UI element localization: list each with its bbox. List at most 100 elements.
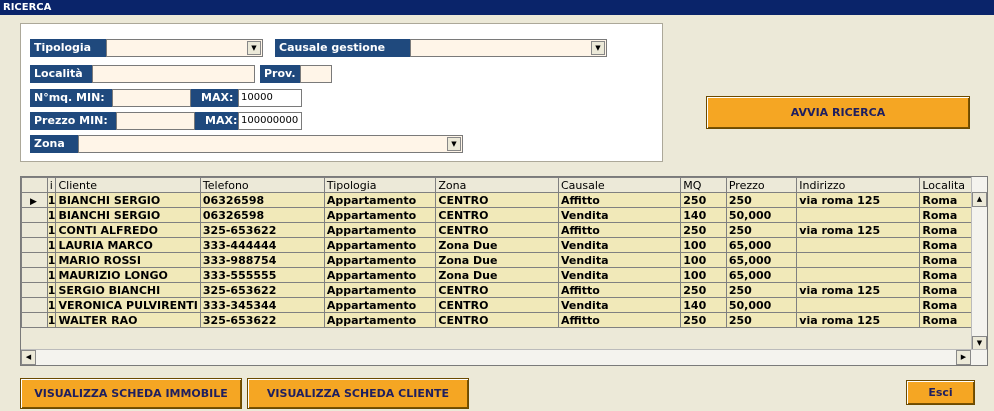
table-cell[interactable]: MARIO ROSSI (55, 252, 201, 268)
vertical-scrollbar[interactable]: ▲ ▼ (971, 177, 987, 351)
table-cell[interactable]: 333-555555 (199, 267, 325, 283)
table-cell[interactable]: 250 (725, 222, 798, 238)
table-cell[interactable]: 333-988754 (199, 252, 325, 268)
column-header[interactable]: Tipologia (323, 177, 437, 193)
table-cell[interactable]: WALTER RAO (55, 312, 201, 328)
esci-button[interactable]: Esci (906, 380, 975, 405)
table-cell[interactable]: 325-653622 (199, 282, 325, 298)
row-selector[interactable] (21, 222, 48, 238)
table-cell[interactable]: BIANCHI SERGIO (55, 207, 201, 223)
table-cell[interactable]: 06326598 (199, 192, 325, 208)
table-cell[interactable]: CENTRO (435, 222, 559, 238)
table-cell[interactable]: 100 (680, 267, 727, 283)
table-row[interactable]: 1 SERGIO BIANCHI 325-653622 Appartamento CEN… (21, 282, 987, 298)
table-cell[interactable]: Vendita (557, 297, 682, 313)
table-cell[interactable]: CENTRO (435, 192, 559, 208)
table-cell[interactable]: 1 (46, 207, 57, 223)
table-cell[interactable]: Vendita (557, 207, 682, 223)
table-cell[interactable]: Appartamento (323, 312, 437, 328)
table-cell[interactable]: Affitto (557, 192, 682, 208)
chevron-down-icon[interactable]: ▼ (447, 137, 461, 151)
table-cell[interactable]: Appartamento (323, 237, 437, 253)
table-cell[interactable] (796, 252, 921, 268)
table-cell[interactable]: via roma 125 (796, 282, 921, 298)
table-cell[interactable]: Zona Due (435, 252, 559, 268)
mq-max-input[interactable]: 10000 (238, 89, 302, 107)
table-cell[interactable]: 333-345344 (199, 297, 325, 313)
column-header[interactable]: Zona (435, 177, 559, 193)
row-selector[interactable] (21, 207, 48, 223)
row-selector[interactable] (21, 312, 48, 328)
table-row[interactable]: 1 MARIO ROSSI 333-988754 Appartamento Zona D… (21, 252, 987, 268)
table-cell[interactable]: 250 (725, 312, 798, 328)
mq-min-input[interactable] (112, 89, 191, 107)
table-cell[interactable]: 50,000 (725, 297, 798, 313)
table-row[interactable]: 1 WALTER RAO 325-653622 Appartamento CENTRO A… (21, 312, 987, 328)
table-cell[interactable]: Affitto (557, 282, 682, 298)
table-cell[interactable]: Vendita (557, 237, 682, 253)
row-selector[interactable] (21, 237, 48, 253)
chevron-down-icon[interactable]: ▼ (247, 41, 261, 55)
table-cell[interactable]: CONTI ALFREDO (55, 222, 201, 238)
table-cell[interactable]: via roma 125 (796, 222, 921, 238)
table-cell[interactable]: 1 (46, 237, 57, 253)
column-header[interactable]: i (46, 177, 57, 193)
table-cell[interactable]: Zona Due (435, 237, 559, 253)
table-cell[interactable]: 1 (46, 282, 57, 298)
table-cell[interactable]: Appartamento (323, 192, 437, 208)
table-cell[interactable]: 333-444444 (199, 237, 325, 253)
table-row[interactable]: ▶ 1 BIANCHI SERGIO 06326598 Appartamento CENT… (21, 192, 987, 208)
table-cell[interactable]: via roma 125 (796, 312, 921, 328)
table-cell[interactable]: 1 (46, 252, 57, 268)
table-cell[interactable]: 140 (680, 207, 727, 223)
table-cell[interactable]: Zona Due (435, 267, 559, 283)
table-cell[interactable]: 1 (46, 297, 57, 313)
table-cell[interactable]: Appartamento (323, 297, 437, 313)
table-row[interactable]: 1 LAURIA MARCO 333-444444 Appartamento Zona … (21, 237, 987, 253)
table-cell[interactable]: SERGIO BIANCHI (55, 282, 201, 298)
table-cell[interactable]: 1 (46, 267, 57, 283)
table-cell[interactable]: CENTRO (435, 312, 559, 328)
localita-input[interactable] (92, 65, 255, 83)
avvia-ricerca-button[interactable]: AVVIA RICERCA (706, 96, 970, 129)
table-cell[interactable] (796, 237, 921, 253)
table-cell[interactable]: Vendita (557, 252, 682, 268)
table-row[interactable]: 1 VERONICA PULVIRENTI 333-345344 Appartamen… (21, 297, 987, 313)
table-cell[interactable]: 325-653622 (199, 222, 325, 238)
table-cell[interactable]: Appartamento (323, 267, 437, 283)
column-header[interactable]: MQ (680, 177, 727, 193)
row-selector[interactable] (21, 282, 48, 298)
table-cell[interactable]: LAURIA MARCO (55, 237, 201, 253)
table-cell[interactable] (796, 207, 921, 223)
arrow-left-icon[interactable]: ◀ (21, 350, 36, 365)
table-cell[interactable]: 250 (680, 192, 727, 208)
table-cell[interactable]: 06326598 (199, 207, 325, 223)
table-cell[interactable]: 250 (725, 282, 798, 298)
table-row[interactable]: 1 MAURIZIO LONGO 333-555555 Appartamento Zon… (21, 267, 987, 283)
table-cell[interactable]: Appartamento (323, 222, 437, 238)
column-header[interactable] (21, 177, 48, 193)
table-cell[interactable]: Appartamento (323, 282, 437, 298)
table-cell[interactable]: 65,000 (725, 237, 798, 253)
zona-select[interactable]: ▼ (78, 135, 463, 153)
table-cell[interactable]: 50,000 (725, 207, 798, 223)
prezzo-max-input[interactable]: 100000000 (238, 112, 302, 130)
table-cell[interactable]: 250 (680, 312, 727, 328)
table-cell[interactable]: 1 (46, 192, 57, 208)
table-cell[interactable]: Appartamento (323, 252, 437, 268)
column-header[interactable]: Prezzo (725, 177, 798, 193)
table-cell[interactable]: CENTRO (435, 282, 559, 298)
table-cell[interactable]: Affitto (557, 222, 682, 238)
table-cell[interactable]: 100 (680, 252, 727, 268)
table-cell[interactable]: 100 (680, 237, 727, 253)
table-row[interactable]: 1 CONTI ALFREDO 325-653622 Appartamento CENT… (21, 222, 987, 238)
table-cell[interactable]: MAURIZIO LONGO (55, 267, 201, 283)
table-cell[interactable]: Appartamento (323, 207, 437, 223)
column-header[interactable]: Causale (557, 177, 682, 193)
table-row[interactable]: 1 BIANCHI SERGIO 06326598 Appartamento CENTR… (21, 207, 987, 223)
prov-input[interactable] (300, 65, 332, 83)
table-cell[interactable]: Affitto (557, 312, 682, 328)
row-selector[interactable] (21, 267, 48, 283)
column-header[interactable]: Telefono (199, 177, 325, 193)
horizontal-scrollbar[interactable]: ◀ ▶ (21, 349, 987, 365)
